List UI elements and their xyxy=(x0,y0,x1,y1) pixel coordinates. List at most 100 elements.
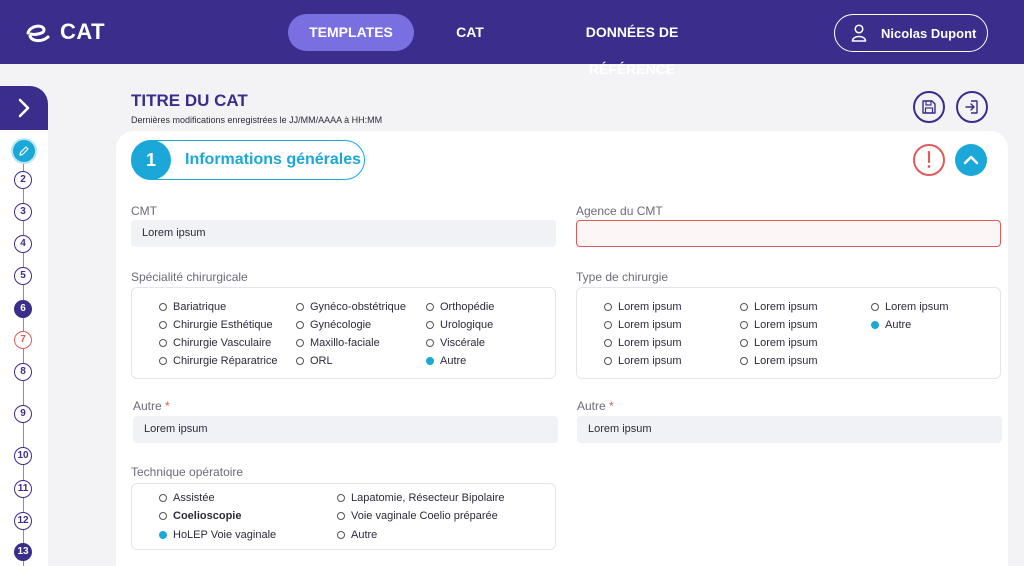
radio-label: Lorem ipsum xyxy=(754,355,818,367)
radio-autre-type[interactable]: Autre xyxy=(871,319,911,331)
autre-specialite-field[interactable]: Lorem ipsum xyxy=(133,416,558,443)
radio-dot xyxy=(337,512,345,520)
radio-dot xyxy=(604,321,612,329)
radio-type-5[interactable]: Lorem ipsum xyxy=(740,301,818,313)
radio-gyneco-obstetrique[interactable]: Gynéco-obstétrique xyxy=(296,301,406,313)
radio-type-1[interactable]: Lorem ipsum xyxy=(604,301,682,313)
nav-cat[interactable]: CAT xyxy=(445,14,495,51)
user-menu-button[interactable]: Nicolas Dupont xyxy=(834,14,988,52)
cmt-field[interactable]: Lorem ipsum xyxy=(131,220,556,247)
radio-lapatomie[interactable]: Lapatomie, Résecteur Bipolaire xyxy=(337,492,504,504)
radio-dot xyxy=(159,321,167,329)
nav-templates[interactable]: TEMPLATES xyxy=(288,14,414,51)
chevron-right-icon xyxy=(18,98,30,118)
radio-dot xyxy=(296,303,304,311)
radio-gynecologie[interactable]: Gynécologie xyxy=(296,319,371,331)
radio-type-4[interactable]: Lorem ipsum xyxy=(604,355,682,367)
step-13[interactable]: 13 xyxy=(14,543,32,561)
radio-label: Maxillo-faciale xyxy=(310,337,380,349)
radio-holep-voie-vaginale[interactable]: HoLEP Voie vaginale xyxy=(159,529,276,541)
radio-dot xyxy=(604,303,612,311)
radio-label: Voie vaginale Coelio préparée xyxy=(351,510,498,522)
warning-icon xyxy=(927,151,931,168)
radio-label: Autre xyxy=(885,319,912,331)
radio-dot-selected xyxy=(871,321,879,329)
radio-dot xyxy=(296,357,304,365)
radio-type-2[interactable]: Lorem ipsum xyxy=(604,319,682,331)
radio-label: Autre xyxy=(440,355,467,367)
autre-left-label: Autre * xyxy=(133,399,170,413)
radio-voie-vaginale-coelio[interactable]: Voie vaginale Coelio préparée xyxy=(337,510,498,522)
page-title: TITRE DU CAT xyxy=(131,91,248,110)
radio-autre-specialite[interactable]: Autre xyxy=(426,355,466,367)
radio-label: Chirurgie Vasculaire xyxy=(173,337,272,349)
step-12[interactable]: 12 xyxy=(14,512,32,530)
radio-coelioscopie[interactable]: Coelioscopie xyxy=(159,510,241,522)
radio-orl[interactable]: ORL xyxy=(296,355,333,367)
technique-label: Technique opératoire xyxy=(131,465,244,479)
step-10[interactable]: 10 xyxy=(14,447,32,465)
autre-type-field[interactable]: Lorem ipsum xyxy=(577,416,1002,443)
radio-dot xyxy=(871,303,879,311)
step-6[interactable]: 6 xyxy=(14,300,32,318)
radio-maxillo-faciale[interactable]: Maxillo-faciale xyxy=(296,337,380,349)
radio-dot xyxy=(740,339,748,347)
last-saved-info: Dernières modifications enregistrées le … xyxy=(131,115,383,125)
section-title: Informations générales xyxy=(185,151,362,168)
cmt-label: CMT xyxy=(131,204,157,218)
nav-donnees-reference[interactable]: DONNÉES DE RÉFÉRENCE xyxy=(542,14,722,77)
step-1-current[interactable] xyxy=(11,138,37,164)
logo-text: CAT xyxy=(60,19,106,44)
step-9[interactable]: 9 xyxy=(14,405,32,423)
autre-left-label-text: Autre xyxy=(133,399,162,413)
top-navigation-bar: CAT TEMPLATES CAT DONNÉES DE RÉFÉRENCE N… xyxy=(0,0,1024,77)
radio-label: Lorem ipsum xyxy=(618,355,682,367)
step-8[interactable]: 8 xyxy=(14,363,32,381)
radio-chirurgie-vasculaire[interactable]: Chirurgie Vasculaire xyxy=(159,337,271,349)
step-4[interactable]: 4 xyxy=(14,235,32,253)
exit-button[interactable] xyxy=(956,91,988,123)
step-5[interactable]: 5 xyxy=(14,267,32,285)
radio-bariatrique[interactable]: Bariatrique xyxy=(159,301,226,313)
radio-label: Lorem ipsum xyxy=(754,337,818,349)
agence-field[interactable] xyxy=(576,220,1001,247)
radio-label: Bariatrique xyxy=(173,301,227,313)
step-11[interactable]: 11 xyxy=(14,480,32,498)
radio-urologique[interactable]: Urologique xyxy=(426,319,493,331)
radio-type-6[interactable]: Lorem ipsum xyxy=(740,319,818,331)
radio-dot xyxy=(740,357,748,365)
collapse-section-button[interactable] xyxy=(955,144,987,176)
autre-right-label: Autre * xyxy=(577,399,614,413)
step-7[interactable]: 7 xyxy=(14,331,32,349)
required-mark: * xyxy=(609,399,614,413)
sidebar-toggle-button[interactable] xyxy=(0,86,48,130)
radio-dot xyxy=(740,303,748,311)
radio-label: Gynécologie xyxy=(310,319,372,331)
step-3[interactable]: 3 xyxy=(14,203,32,221)
radio-type-3[interactable]: Lorem ipsum xyxy=(604,337,682,349)
radio-dot xyxy=(426,321,434,329)
radio-type-8[interactable]: Lorem ipsum xyxy=(740,355,818,367)
radio-label: Lorem ipsum xyxy=(885,301,949,313)
agence-label: Agence du CMT xyxy=(576,204,663,218)
radio-label: ORL xyxy=(310,355,333,367)
radio-label: Orthopédie xyxy=(440,301,495,313)
step-2[interactable]: 2 xyxy=(14,171,32,189)
radio-type-7[interactable]: Lorem ipsum xyxy=(740,337,818,349)
radio-type-9[interactable]: Lorem ipsum xyxy=(871,301,949,313)
save-button[interactable] xyxy=(913,91,945,123)
radio-viscerale[interactable]: Viscérale xyxy=(426,337,485,349)
warning-button[interactable] xyxy=(913,144,945,176)
app-logo[interactable]: CAT xyxy=(22,16,105,48)
logo-e-icon xyxy=(26,24,50,43)
radio-orthopedie[interactable]: Orthopédie xyxy=(426,301,494,313)
radio-autre-technique[interactable]: Autre xyxy=(337,529,377,541)
radio-chirurgie-esthetique[interactable]: Chirurgie Esthétique xyxy=(159,319,273,331)
radio-dot-selected xyxy=(426,357,434,365)
section-header: 1 Informations générales xyxy=(131,140,365,180)
radio-label: Lorem ipsum xyxy=(754,319,818,331)
radio-chirurgie-reparatrice[interactable]: Chirurgie Réparatrice xyxy=(159,355,278,367)
radio-assistee[interactable]: Assistée xyxy=(159,492,215,504)
type-chirurgie-label: Type de chirurgie xyxy=(576,270,669,284)
required-mark: * xyxy=(165,399,170,413)
